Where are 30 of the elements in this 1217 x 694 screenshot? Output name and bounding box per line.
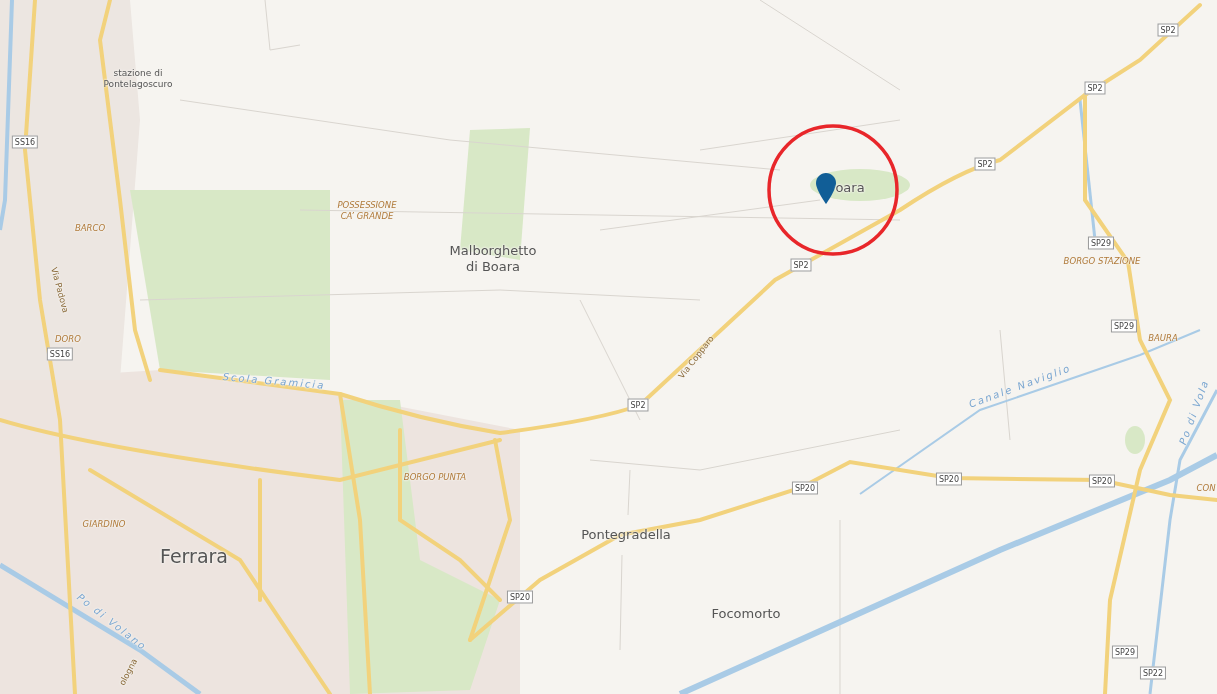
- road-number-label: SS16: [11, 135, 39, 149]
- waterway-label: Scola Gramicia: [222, 371, 326, 391]
- road-number-label: SP2: [1157, 23, 1179, 37]
- place-label: Focomorto: [711, 606, 781, 622]
- road-number-label: SP29: [1110, 319, 1138, 333]
- road-number-label: SP2: [627, 398, 649, 412]
- locality-label: CON: [1196, 483, 1216, 495]
- road-number-label: SP2: [974, 157, 996, 171]
- place-label: Malborghetto di Boara: [448, 243, 538, 275]
- road-number-label: SP2: [790, 258, 812, 272]
- location-pin-icon[interactable]: [816, 173, 836, 204]
- locality-label: DORO: [55, 334, 81, 346]
- locality-label: BARCO: [74, 223, 106, 235]
- place-label: Ferrara: [160, 544, 228, 568]
- locality-label: POSSESSIONE CA’ GRANDE: [336, 199, 398, 223]
- locality-label: BORGO PUNTA: [403, 472, 467, 484]
- locality-label: BAURA: [1148, 333, 1178, 345]
- road-number-label: SP20: [506, 590, 534, 604]
- road-number-label: SP29: [1111, 645, 1139, 659]
- road-number-label: SP20: [1088, 474, 1116, 488]
- road-number-label: SP29: [1087, 236, 1115, 250]
- waterway-label: Po di Vola: [1177, 377, 1211, 447]
- street-label: Via Padova: [49, 266, 71, 314]
- road-number-label: SP20: [791, 481, 819, 495]
- locality-label: GIARDINO: [82, 519, 126, 531]
- road-number-label: SP2: [1084, 81, 1106, 95]
- road-number-label: SP20: [935, 472, 963, 486]
- place-label: oara: [835, 180, 865, 196]
- road-number-label: SP22: [1139, 666, 1167, 680]
- road-number-label: SS16: [46, 347, 74, 361]
